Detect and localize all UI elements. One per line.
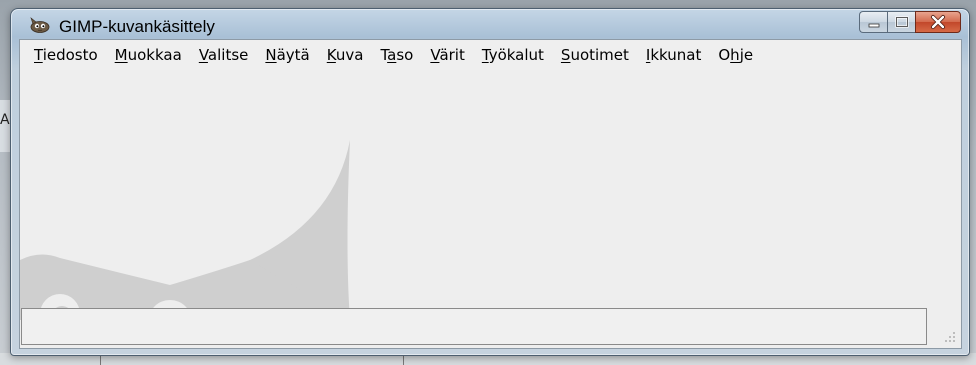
menu-item[interactable]: Taso xyxy=(380,43,413,67)
window-controls xyxy=(859,11,961,33)
client-area: Tiedosto Muokkaa Valitse Näytä Kuva Taso Värit… xyxy=(19,39,962,349)
maximize-button[interactable] xyxy=(887,11,915,33)
background-edge-letter: A xyxy=(0,112,10,128)
menu-item[interactable]: Värit xyxy=(430,43,465,67)
menu-item[interactable]: Ohje xyxy=(718,43,753,67)
menu-item[interactable]: Työkalut xyxy=(482,43,544,67)
close-button[interactable] xyxy=(915,11,961,33)
maximize-icon xyxy=(895,16,909,28)
gimp-main-window[interactable]: GIMP-kuvankäsittely Tiedosto Muokkaa Val… xyxy=(10,8,970,356)
menu-item[interactable]: Suotimet xyxy=(561,43,629,67)
resize-grip-icon[interactable] xyxy=(943,330,957,344)
window-title: GIMP-kuvankäsittely xyxy=(59,17,215,36)
gimp-wilber-icon xyxy=(30,17,50,33)
wilber-watermark xyxy=(20,140,350,320)
menu-item[interactable]: Valitse xyxy=(199,43,249,67)
close-icon xyxy=(931,15,945,29)
menu-bar: Tiedosto Muokkaa Valitse Näytä Kuva Taso Värit… xyxy=(20,40,961,70)
minimize-button[interactable] xyxy=(859,11,887,33)
menu-item[interactable]: Ikkunat xyxy=(646,43,701,67)
menu-item[interactable]: Kuva xyxy=(327,43,364,67)
title-bar[interactable]: GIMP-kuvankäsittely xyxy=(11,9,969,39)
status-bar xyxy=(21,308,927,345)
menu-item[interactable]: Tiedosto xyxy=(34,43,98,67)
menu-item[interactable]: Näytä xyxy=(265,43,309,67)
menu-item[interactable]: Muokkaa xyxy=(115,43,182,67)
minimize-icon xyxy=(868,23,880,28)
